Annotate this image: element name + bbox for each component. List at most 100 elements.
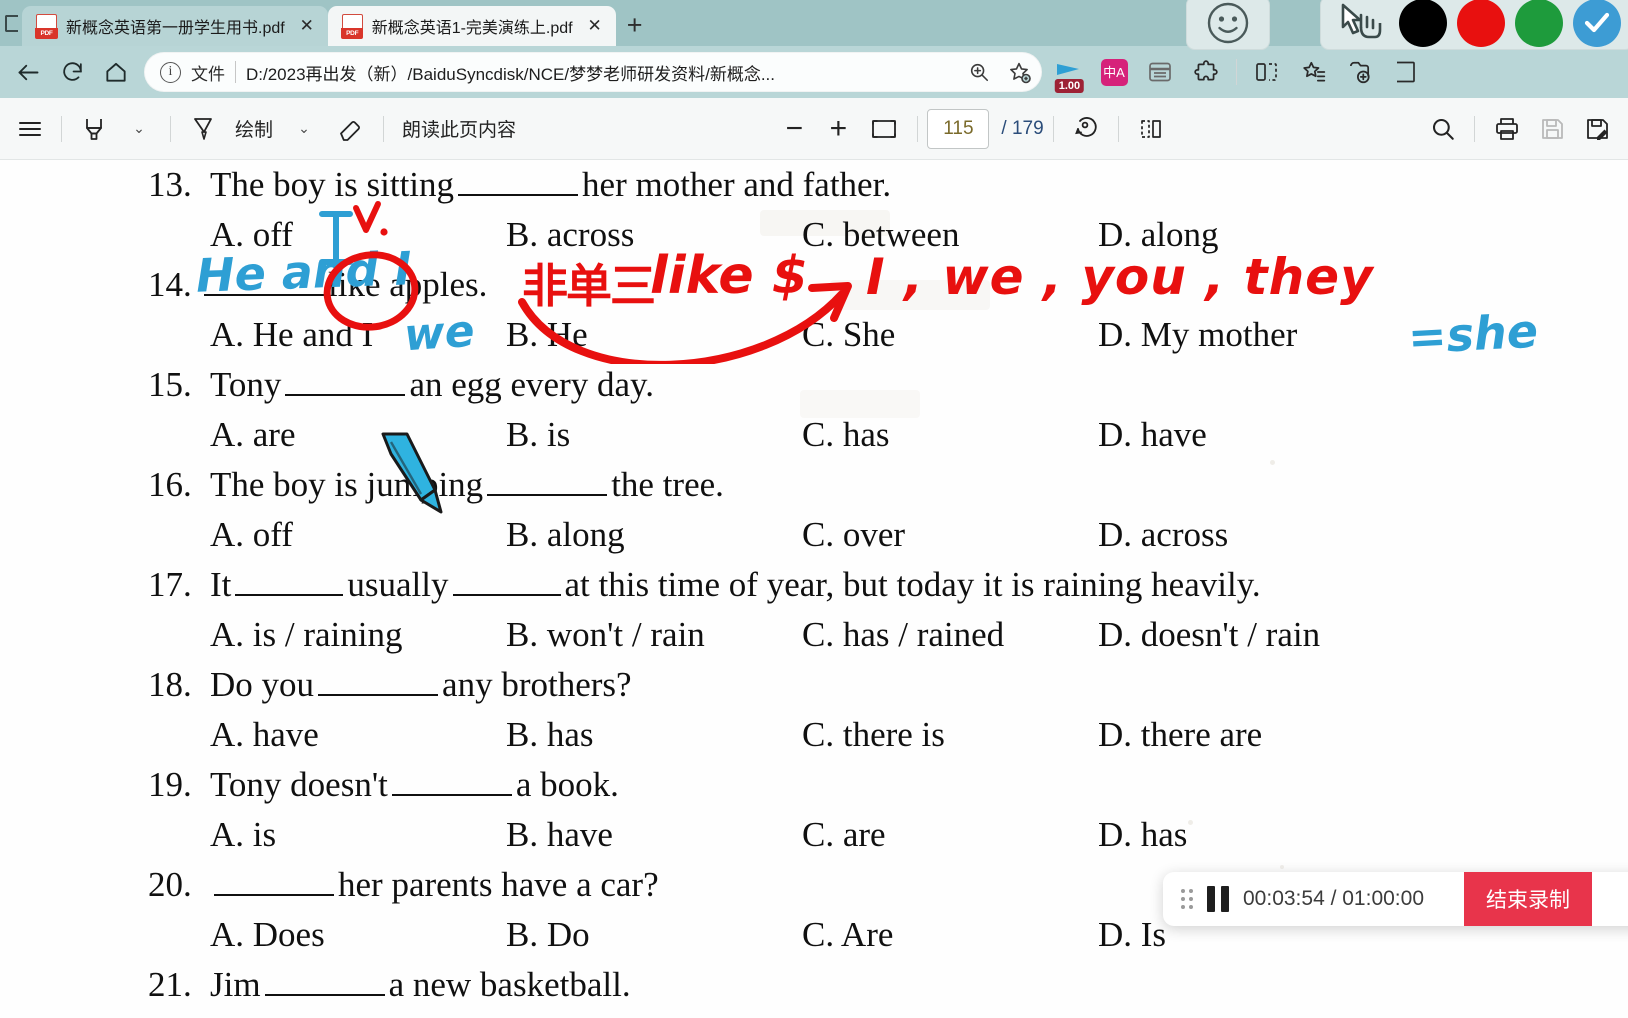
option-a[interactable]: A. off [210,510,506,560]
site-info-icon[interactable]: i [160,61,181,83]
option-c[interactable]: C. has / rained [802,610,1098,660]
option-a[interactable]: A. off [210,210,506,260]
split-screen-icon[interactable] [1245,52,1289,92]
color-green[interactable] [1515,0,1563,47]
browser-tab-2[interactable]: 新概念英语1-完美演练上.pdf ✕ [327,6,616,46]
option-a[interactable]: A. are [210,410,506,460]
option-b[interactable]: B. won't / rain [506,610,802,660]
question-text-post: a new basketball. [388,965,631,1004]
profile-icon[interactable] [1383,52,1427,92]
zoom-out-button[interactable]: − [772,108,816,150]
read-aloud-button[interactable]: 朗读此页内容 [393,108,525,150]
option-a[interactable]: A. is / raining [210,610,506,660]
draw-options-chevron-down-icon[interactable]: ⌄ [282,108,326,150]
option-a[interactable]: A. He and I [210,310,506,360]
search-icon[interactable] [1421,108,1465,150]
fit-page-icon[interactable] [860,108,908,150]
translate-icon[interactable]: 中A [1092,52,1136,92]
option-d[interactable]: D. have [1098,410,1394,460]
annotation-color-toolbar [1320,0,1628,50]
draw-label[interactable]: 绘制 [226,108,282,150]
option-b[interactable]: B. is [506,410,802,460]
rotate-icon[interactable] [1063,108,1109,150]
stop-recording-button[interactable]: 结束录制 [1464,872,1592,926]
hand-pointer-icon[interactable] [1333,1,1389,45]
page-number-input[interactable]: 115 [927,108,990,149]
option-c[interactable]: C. are [802,810,1098,860]
back-arrow-icon[interactable] [6,53,50,91]
option-b[interactable]: B. Do [506,910,802,960]
option-d[interactable]: D. there are [1098,710,1394,760]
option-c[interactable]: C. She [802,310,1098,360]
recording-control-bar[interactable]: 00:03:54 / 01:00:00 结束录制 [1163,872,1628,926]
question-number: 20. [148,865,192,904]
recording-time-display: 00:03:54 / 01:00:00 [1243,887,1424,910]
hamburger-menu-icon[interactable] [8,108,52,150]
option-c[interactable]: C. Are [802,910,1098,960]
close-tab-icon[interactable]: ✕ [294,13,320,39]
reload-icon[interactable] [50,53,94,91]
add-collection-icon[interactable] [1337,52,1381,92]
option-d[interactable]: D. has [1098,810,1394,860]
toolbar-divider [1474,115,1476,142]
pen-draw-icon[interactable] [180,108,226,150]
browser-tab-1[interactable]: 新概念英语第一册学生用书.pdf ✕ [22,6,328,46]
question-text-pre: Jim [210,965,261,1004]
option-b[interactable]: B. along [506,510,802,560]
option-b[interactable]: B. has [506,710,802,760]
question-item: 14. like apples. A. He and I B. He C. Sh… [0,260,1628,360]
zoom-out-label: − [785,111,804,145]
extension-toolbar: 1.00 中A [1046,52,1427,93]
color-red[interactable] [1457,0,1505,47]
zoom-in-button[interactable]: + [816,108,860,150]
option-row: A. are B. is C. has D. have [0,410,1628,460]
address-bar[interactable]: i 文件 D:/2023再出发（新）/BaiduSyncdisk/NCE/梦梦老… [144,52,1042,92]
option-c[interactable]: C. has [802,410,1098,460]
new-tab-button[interactable]: + [616,6,654,44]
tab-search-icon[interactable] [0,0,22,46]
question-text-pre: It [210,565,232,604]
option-a[interactable]: A. Does [210,910,506,960]
pause-icon[interactable] [1207,886,1229,912]
confirm-check-icon[interactable] [1573,0,1621,47]
url-text[interactable]: D:/2023再出发（新）/BaiduSyncdisk/NCE/梦梦老师研发资料… [246,60,954,85]
extensions-puzzle-icon[interactable] [1184,52,1228,92]
highlighter-icon[interactable] [71,108,117,150]
toolbar-divider [1117,115,1119,142]
option-row: A. off B. across C. between D. along [0,210,1628,260]
print-icon[interactable] [1484,108,1530,150]
page-total-label: / 179 [1001,117,1044,139]
option-d[interactable]: D. across [1098,510,1394,560]
highlighter-options-chevron-down-icon[interactable]: ⌄ [117,108,161,150]
option-d[interactable]: D. My mother [1098,310,1394,360]
option-c[interactable]: C. there is [802,710,1098,760]
collections-icon[interactable] [1291,52,1335,92]
annotation-emoji-button[interactable] [1186,0,1270,50]
option-b[interactable]: B. across [506,210,802,260]
stop-recording-label: 结束录制 [1486,889,1570,912]
option-c[interactable]: C. between [802,210,1098,260]
question-text-post: her parents have a car? [338,865,659,904]
answer-blank [391,794,512,796]
option-d[interactable]: D. along [1098,210,1394,260]
add-favorite-icon[interactable] [1004,57,1034,87]
drag-handle-icon[interactable] [1181,889,1193,909]
question-stem: 13. The boy is sitting her mother and fa… [0,160,1628,210]
option-b[interactable]: B. He [506,310,802,360]
option-d[interactable]: D. doesn't / rain [1098,610,1394,660]
video-speed-controller-icon[interactable]: 1.00 [1046,52,1090,93]
save-as-icon[interactable] [1575,108,1620,150]
option-a[interactable]: A. have [210,710,506,760]
close-tab-icon[interactable]: ✕ [582,13,608,39]
option-a[interactable]: A. is [210,810,506,860]
page-layout-icon[interactable] [1128,108,1174,150]
reading-list-icon[interactable] [1138,52,1182,92]
option-b[interactable]: B. have [506,810,802,860]
zoom-in-icon[interactable] [964,57,994,87]
option-c[interactable]: C. over [802,510,1098,560]
home-icon[interactable] [94,53,138,91]
question-item: 17. It usually at this time of year, but… [0,560,1628,660]
eraser-icon[interactable] [326,108,374,150]
answer-blank [487,494,608,496]
color-black[interactable] [1399,0,1447,47]
